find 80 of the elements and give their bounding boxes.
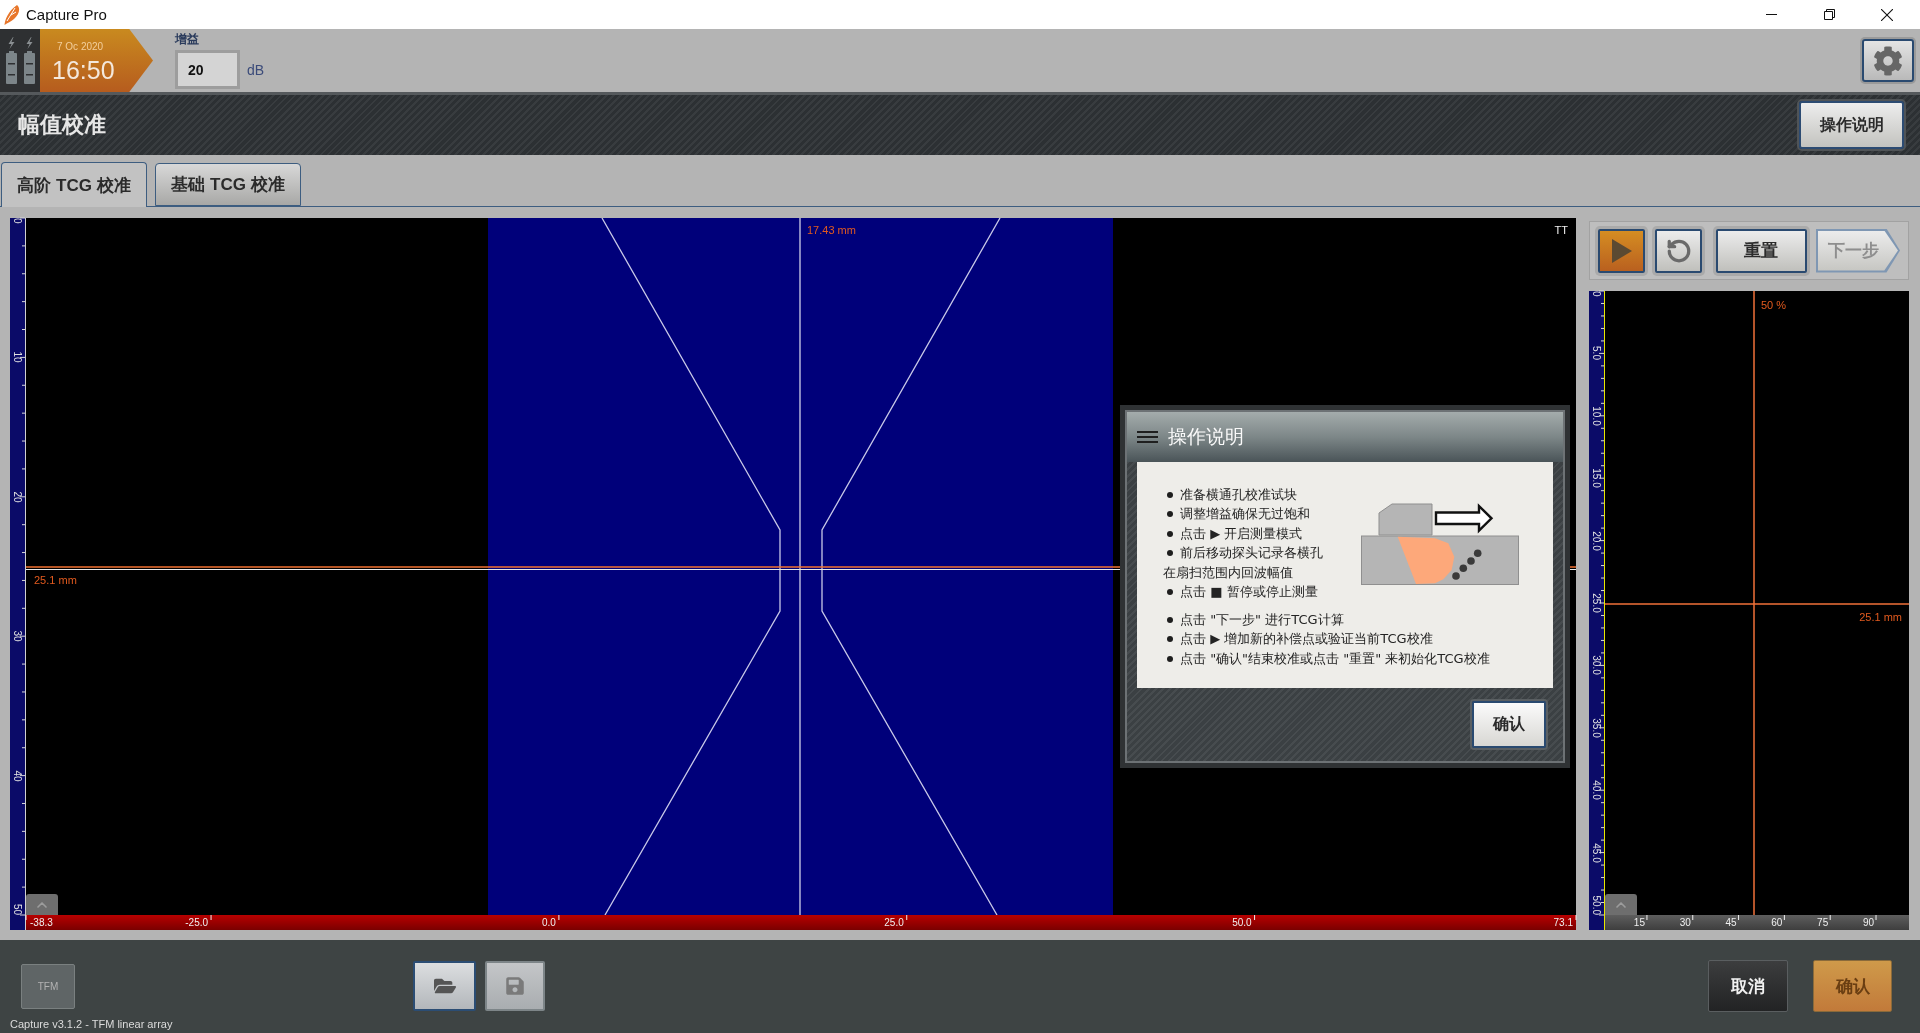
angle-tick-label: 30 [1679,916,1691,929]
menu-icon [1137,431,1158,443]
close-icon [1881,8,1893,21]
gain-label: 增益 [175,32,199,47]
depth-tick-label: 30 [11,630,23,642]
bullet-icon [1167,530,1173,537]
position-tick-label: 73.1 [1553,916,1573,929]
feather-logo-icon [4,4,20,25]
depth-tick-label: 30.0 [1590,655,1602,676]
amplitude-cursor-label: 50 % [1761,299,1787,312]
view-mode-label: TT [1554,224,1568,237]
depth-tick-label: 35.0 [1590,718,1602,738]
depth-cursor-label: 25.1 mm [34,574,77,587]
instruction-text: 准备横通孔校准试块 [1180,485,1297,504]
angle-tick-label: 75 [1817,916,1829,929]
settings-button[interactable] [1862,39,1914,82]
angle-tick-label: 60 [1771,916,1783,929]
page-title: 幅值校准 [18,111,106,139]
gain-unit: dB [247,61,265,78]
depth-tick-label: 25.0 [1590,593,1602,613]
reset-text-button[interactable]: 重置 [1716,228,1807,273]
bullet-icon [1167,511,1173,518]
position-tick-label: -25.0 [185,916,209,929]
angle-tick-label: 45 [1725,916,1737,929]
minimize-icon [1765,14,1777,15]
bullet-icon [1167,655,1173,662]
play-icon [1611,238,1632,263]
angle-tick-label: 15 [1633,916,1645,929]
restore-icon [1823,9,1835,20]
confirm-button[interactable]: 确认 [1472,701,1546,748]
position-tick-label: 25.0 [884,916,904,929]
bullet-icon [1167,616,1173,623]
bullet-icon [1167,550,1173,557]
window-title: Capture Pro [26,6,107,23]
help-button[interactable]: 操作说明 [1799,101,1904,149]
instruction-text: 点击 ▶ 开启测量模式 [1180,524,1303,543]
position-tick-label: 50.0 [1232,916,1252,929]
depth-tick-label: 0 [1590,291,1602,297]
time-text: 16:50 [52,56,115,84]
instruction-text: 点击 ■ 暂停或停止测量 [1180,583,1318,602]
bullet-icon [1167,636,1173,643]
gain-field[interactable]: 20 [175,50,240,89]
play-button[interactable] [1598,228,1646,273]
position-tick-label: -38.3 [30,916,53,929]
instruction-text: 点击 "下一步" 进行TCG计算 [1180,610,1344,629]
reset-icon [1665,237,1692,264]
depth-tick-label: 15.0 [1590,468,1602,488]
cancel-button[interactable]: 取消 [1708,960,1788,1012]
angle-tick-label: 90 [1862,916,1875,929]
depth-tick-label: 0 [11,218,23,224]
bullet-icon [1167,589,1173,596]
depth-tick-label: 40.0 [1590,780,1602,800]
bullet-icon [1167,491,1173,498]
tab[interactable]: 高阶 TCG 校准 [1,162,147,207]
dialog-title: 操作说明 [1168,425,1244,449]
depth-cursor-label: 25.1 mm [1859,611,1902,624]
date-text: 7 Oc 2020 [57,41,104,53]
open-file-button[interactable] [413,961,476,1011]
depth-tick-label: 20 [11,491,23,503]
depth-tick-label: 45.0 [1590,842,1602,863]
depth-tick-label: 20.0 [1590,530,1602,551]
instruction-text: 在扇扫范围内回波幅值 [1163,563,1293,582]
depth-tick-label: 10.0 [1590,406,1602,426]
instruction-text: 点击 "确认"结束校准或点击 "重置" 来初始化TCG校准 [1180,649,1490,668]
instruction-text: 前后移动探头记录各横孔 [1180,544,1323,563]
reset-button[interactable] [1655,228,1703,273]
depth-tick-label: 50 [11,903,23,915]
battery-icon [23,37,35,84]
instruction-text: 点击 ▶ 增加新的补偿点或验证当前TCG校准 [1180,630,1433,649]
depth-tick-label: 5.0 [1590,346,1602,361]
index-cursor-label: 17.43 mm [807,224,856,237]
depth-tick-label: 50.0 [1590,895,1602,915]
tab[interactable]: 基础 TCG 校准 [155,163,301,206]
settings-icon [1873,45,1903,76]
depth-tick-label: 40 [11,770,23,782]
position-tick-label: 0.0 [542,916,556,929]
instruction-text: 调整增益确保无过饱和 [1180,505,1310,524]
status-text: Capture v3.1.2 - TFM linear array [9,1018,174,1031]
depth-tick-label: 10 [11,351,23,363]
battery-icon [5,37,17,84]
